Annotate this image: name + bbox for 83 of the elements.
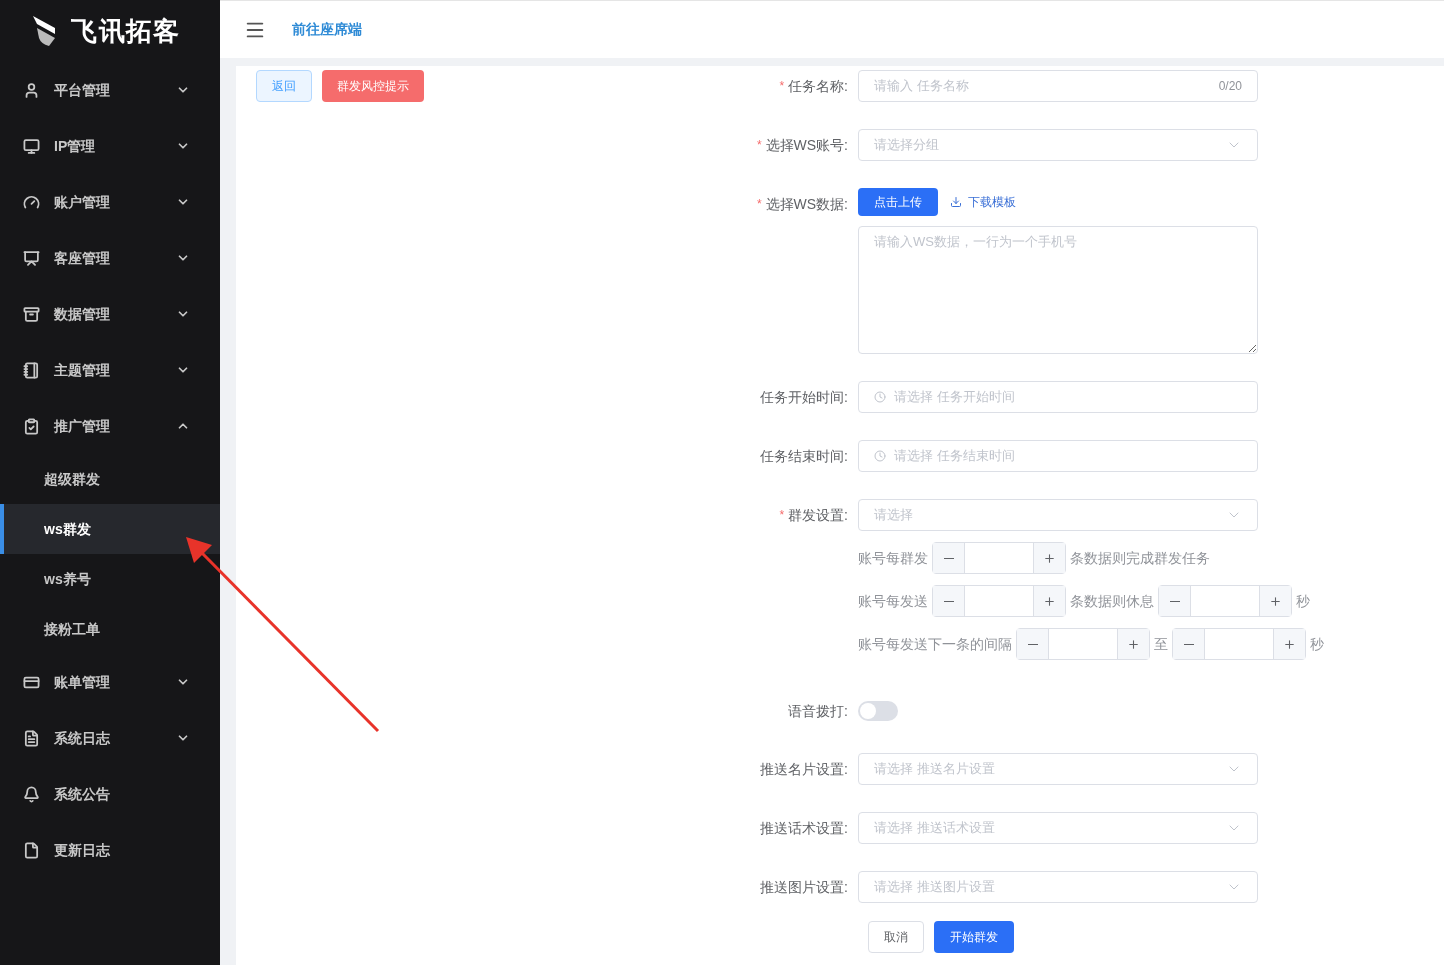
number-stepper[interactable]	[932, 542, 1066, 574]
sidebar-submenu-item[interactable]: 接粉工单	[0, 604, 220, 654]
setting-text: 至	[1154, 634, 1168, 654]
download-icon	[950, 196, 962, 208]
sidebar-menu-item[interactable]: 账单管理	[0, 654, 220, 710]
setting-text: 账号每群发	[858, 548, 928, 568]
sidebar-menu-item[interactable]: 系统公告	[0, 766, 220, 822]
increment-button[interactable]	[1117, 629, 1149, 659]
clock-icon	[874, 450, 886, 462]
increment-button[interactable]	[1273, 629, 1305, 659]
plus-icon	[1127, 637, 1140, 651]
number-stepper[interactable]	[1158, 585, 1292, 617]
document-icon	[23, 729, 40, 747]
plus-icon	[1269, 594, 1282, 608]
character-counter: 0/20	[1218, 78, 1242, 95]
minus-icon	[943, 557, 954, 559]
required-asterisk: *	[779, 78, 785, 95]
plus-icon	[1043, 551, 1056, 565]
sidebar-menu-item[interactable]: 账户管理	[0, 174, 220, 230]
sidebar-menu-item[interactable]: 系统日志	[0, 710, 220, 766]
field-label: 任务名称:	[788, 76, 848, 96]
minus-icon	[1169, 600, 1180, 602]
sidebar-submenu-item[interactable]: ws群发	[0, 504, 220, 554]
plus-icon	[1283, 637, 1296, 651]
field-label: 任务结束时间:	[760, 446, 848, 466]
file-icon	[23, 841, 40, 859]
required-asterisk: *	[756, 196, 762, 213]
gauge-icon	[23, 193, 40, 211]
user-icon	[23, 81, 40, 99]
decrement-button[interactable]	[1017, 629, 1049, 659]
clipboard-icon	[23, 417, 40, 435]
setting-text: 秒	[1296, 591, 1310, 611]
decrement-button[interactable]	[933, 586, 965, 616]
decrement-button[interactable]	[933, 543, 965, 573]
required-asterisk: *	[756, 137, 762, 154]
sidebar-menu-item[interactable]: 推广管理	[0, 398, 220, 454]
number-stepper[interactable]	[1172, 628, 1306, 660]
bell-icon	[23, 785, 40, 803]
upload-button[interactable]: 点击上传	[858, 188, 938, 216]
sidebar-menu-item[interactable]: 平台管理	[0, 62, 220, 118]
field-label: 语音拨打:	[788, 701, 848, 721]
minus-icon	[1027, 643, 1038, 645]
notebook-icon	[23, 361, 40, 379]
required-asterisk: *	[779, 507, 785, 524]
field-label: 推送话术设置:	[760, 818, 848, 838]
logo-text: 飞讯拓客	[71, 14, 181, 48]
sidebar-menu-item[interactable]: 主题管理	[0, 342, 220, 398]
agent-portal-link[interactable]: 前往座席端	[292, 19, 362, 40]
clock-icon	[874, 391, 886, 403]
increment-button[interactable]	[1259, 586, 1291, 616]
sidebar-menu-item[interactable]: 数据管理	[0, 286, 220, 342]
sidebar-menu-item[interactable]: 客座管理	[0, 230, 220, 286]
sidebar-menu-item[interactable]: 更新日志	[0, 822, 220, 878]
setting-text: 账号每发送下一条的间隔	[858, 634, 1012, 654]
sidebar-submenu-item[interactable]: 超级群发	[0, 454, 220, 504]
minus-icon	[1183, 643, 1194, 645]
number-stepper[interactable]	[1016, 628, 1150, 660]
start-send-button[interactable]: 开始群发	[934, 921, 1014, 953]
archive-box-icon	[23, 305, 40, 323]
monitor-icon	[23, 137, 40, 155]
setting-text: 秒	[1310, 634, 1324, 654]
toggle-switch[interactable]	[858, 701, 898, 721]
field-label: 群发设置:	[788, 505, 848, 525]
sidebar-submenu-item[interactable]: ws养号	[0, 554, 220, 604]
number-stepper[interactable]	[932, 585, 1066, 617]
setting-text: 条数据则完成群发任务	[1070, 548, 1210, 568]
field-label: 选择WS数据:	[765, 194, 848, 214]
field-label: 推送图片设置:	[760, 877, 848, 897]
decrement-button[interactable]	[1159, 586, 1191, 616]
field-label: 选择WS账号:	[765, 135, 848, 155]
plus-icon	[1043, 594, 1056, 608]
setting-text: 条数据则休息	[1070, 591, 1154, 611]
download-template-link[interactable]: 下载模板	[950, 193, 1016, 211]
sidebar-menu-item[interactable]: IP管理	[0, 118, 220, 174]
increment-button[interactable]	[1033, 543, 1065, 573]
field-label: 任务开始时间:	[760, 387, 848, 407]
presentation-board-icon	[23, 249, 40, 267]
decrement-button[interactable]	[1173, 629, 1205, 659]
cancel-button[interactable]: 取消	[868, 921, 924, 953]
increment-button[interactable]	[1033, 586, 1065, 616]
setting-text: 账号每发送	[858, 591, 928, 611]
field-label: 推送名片设置:	[760, 759, 848, 779]
minus-icon	[943, 600, 954, 602]
